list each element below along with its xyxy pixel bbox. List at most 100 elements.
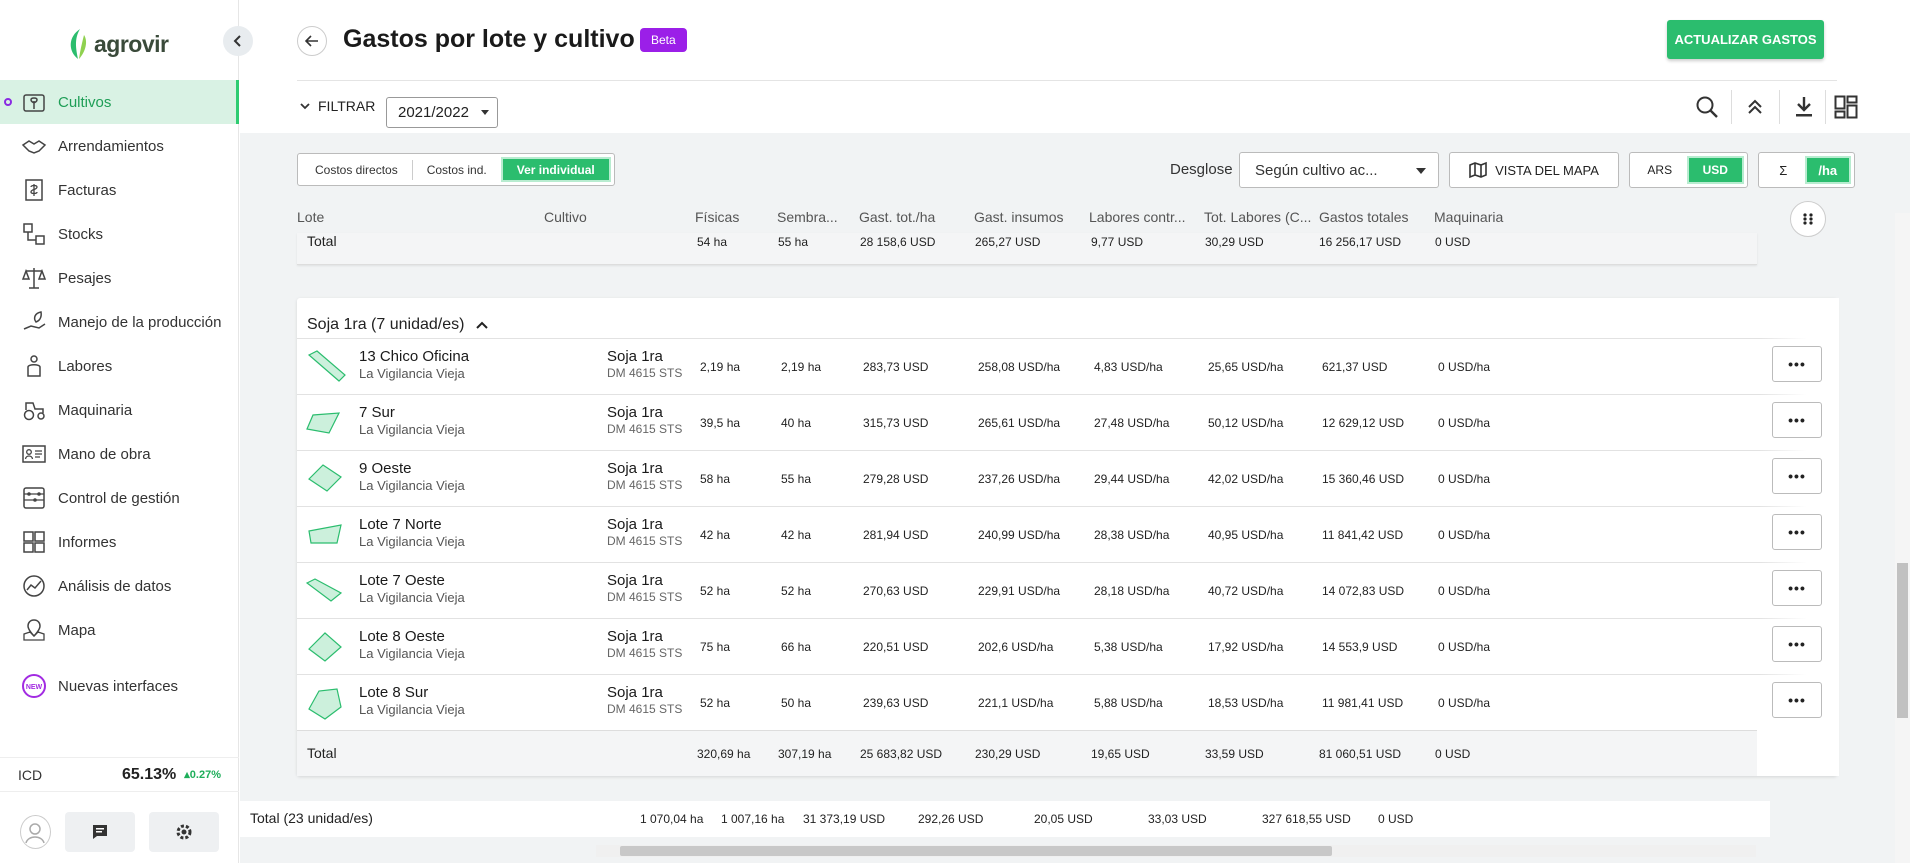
sidebar-item-mano-de-obra[interactable]: Mano de obra xyxy=(0,432,239,476)
total-cell: 307,19 ha xyxy=(778,747,832,761)
filter-toggle[interactable]: FILTRAR xyxy=(300,98,375,114)
sidebar-item-arrendamientos[interactable]: Arrendamientos xyxy=(0,124,239,168)
filter-label: FILTRAR xyxy=(318,98,376,114)
group-total-row: Total 320,69 ha 307,19 ha 25 683,82 USD 230,… xyxy=(297,730,1757,776)
indirect-costs-option[interactable]: Costos ind. xyxy=(413,157,501,182)
sidebar-item-manejo-de-la-producci-n[interactable]: Manejo de la producción xyxy=(0,300,239,344)
page-header: Gastos por lote y cultivo Beta ACTUALIZA… xyxy=(240,0,1910,133)
sidebar-item-labores[interactable]: Labores xyxy=(0,344,239,388)
column-header[interactable]: Sembra... xyxy=(777,209,838,225)
table-row[interactable]: 13 Chico Oficina La Vigilancia Vieja Soja … xyxy=(297,338,1837,394)
table-cell: 0 USD/ha xyxy=(1438,416,1491,430)
search-button[interactable] xyxy=(1692,92,1722,122)
sidebar-item-nuevas-interfaces[interactable]: NEW Nuevas interfaces xyxy=(0,664,239,708)
table-row[interactable]: Lote 7 Oeste La Vigilancia Vieja Soja 1ra D… xyxy=(297,562,1837,618)
production-icon xyxy=(20,308,48,336)
table-row[interactable]: Lote 8 Sur La Vigilancia Vieja Soja 1ra DM … xyxy=(297,674,1837,730)
table-cell: 18,53 USD/ha xyxy=(1208,696,1284,710)
column-header[interactable]: Gastos totales xyxy=(1319,209,1409,225)
sidebar-item-facturas[interactable]: Facturas xyxy=(0,168,239,212)
row-actions-button[interactable]: ••• xyxy=(1772,402,1822,438)
vertical-scrollbar-thumb[interactable] xyxy=(1897,563,1908,718)
season-select[interactable]: 2021/2022 xyxy=(386,97,498,128)
crop-variety: DM 4615 STS xyxy=(607,590,683,604)
table-cell: 2,19 ha xyxy=(781,360,822,374)
column-header[interactable]: Gast. tot./ha xyxy=(859,209,935,225)
lote-name[interactable]: Lote 7 Norte xyxy=(359,516,442,533)
column-header[interactable]: Físicas xyxy=(695,209,739,225)
lote-name[interactable]: 7 Sur xyxy=(359,404,395,421)
group-header[interactable]: Soja 1ra (7 unidad/es) xyxy=(307,316,489,334)
field-shape-icon xyxy=(308,464,342,492)
table-cell: 25,65 USD/ha xyxy=(1208,360,1284,374)
page-title: Gastos por lote y cultivo xyxy=(343,25,635,53)
table-cell: 42,02 USD/ha xyxy=(1208,472,1284,486)
lote-name[interactable]: Lote 7 Oeste xyxy=(359,572,445,589)
individual-view-option[interactable]: Ver individual xyxy=(500,157,611,182)
map-view-button[interactable]: VISTA DEL MAPA xyxy=(1449,152,1619,188)
search-icon xyxy=(1696,96,1718,118)
direct-costs-option[interactable]: Costos directos xyxy=(301,157,412,182)
sidebar-item-mapa[interactable]: Mapa xyxy=(0,608,239,652)
sidebar-item-cultivos[interactable]: Cultivos xyxy=(0,80,239,124)
row-actions-button[interactable]: ••• xyxy=(1772,458,1822,494)
column-header[interactable]: Labores contr... xyxy=(1089,209,1186,225)
row-actions-button[interactable]: ••• xyxy=(1772,682,1822,718)
column-settings-button[interactable] xyxy=(1790,201,1826,237)
update-expenses-button[interactable]: ACTUALIZAR GASTOS xyxy=(1667,20,1824,59)
sidebar-item-pesajes[interactable]: Pesajes xyxy=(0,256,239,300)
column-header[interactable]: Cultivo xyxy=(544,209,587,225)
column-header[interactable]: Maquinaria xyxy=(1434,209,1503,225)
crop-name: Soja 1ra xyxy=(607,628,663,645)
total-cell: 230,29 USD xyxy=(975,747,1041,761)
collapse-all-button[interactable] xyxy=(1740,92,1770,122)
column-header[interactable]: Lote xyxy=(297,209,324,225)
currency-usd-option[interactable]: USD xyxy=(1686,156,1744,184)
table-cell: 315,73 USD xyxy=(863,416,929,430)
sidebar-item-label: Stocks xyxy=(58,225,104,243)
avatar[interactable] xyxy=(20,814,51,849)
table-row[interactable]: 9 Oeste La Vigilancia Vieja Soja 1ra DM 461… xyxy=(297,450,1837,506)
row-actions-button[interactable]: ••• xyxy=(1772,570,1822,606)
back-button[interactable] xyxy=(297,26,327,56)
logo-text: agrovir xyxy=(94,30,169,57)
horizontal-scrollbar-thumb[interactable] xyxy=(620,846,1332,856)
chat-button[interactable] xyxy=(64,811,135,852)
sidebar-item-an-lisis-de-datos[interactable]: Análisis de datos xyxy=(0,564,239,608)
table-row[interactable]: Lote 7 Norte La Vigilancia Vieja Soja 1ra D… xyxy=(297,506,1837,562)
breakdown-select[interactable]: Según cultivo ac... xyxy=(1239,152,1439,188)
lote-name[interactable]: Lote 8 Sur xyxy=(359,684,428,701)
per-hectare-option[interactable]: /ha xyxy=(1804,156,1851,184)
table-cell: 52 ha xyxy=(700,584,731,598)
download-button[interactable] xyxy=(1789,92,1819,122)
layout-button[interactable] xyxy=(1831,92,1861,122)
lote-name[interactable]: 9 Oeste xyxy=(359,460,412,477)
agrovir-logo[interactable]: agrovir xyxy=(66,26,169,62)
lote-name[interactable]: 13 Chico Oficina xyxy=(359,348,469,365)
currency-ars-option[interactable]: ARS xyxy=(1633,156,1687,184)
collapse-sidebar-button[interactable] xyxy=(223,26,253,56)
row-actions-button[interactable]: ••• xyxy=(1772,346,1822,382)
sidebar-item-control-de-gesti-n[interactable]: Control de gestión xyxy=(0,476,239,520)
table-cell: 0 USD/ha xyxy=(1438,640,1491,654)
total-cell: 31 373,19 USD xyxy=(803,812,886,826)
table-row[interactable]: Lote 8 Oeste La Vigilancia Vieja Soja 1ra D… xyxy=(297,618,1837,674)
horizontal-scrollbar[interactable] xyxy=(596,845,1756,857)
table-row[interactable]: 7 Sur La Vigilancia Vieja Soja 1ra DM 4615 … xyxy=(297,394,1837,450)
group-title: Soja 1ra (7 unidad/es) xyxy=(307,316,465,333)
sum-option[interactable]: Σ xyxy=(1762,156,1805,184)
row-actions-button[interactable]: ••• xyxy=(1772,626,1822,662)
sidebar-item-stocks[interactable]: Stocks xyxy=(0,212,239,256)
column-header[interactable]: Gast. insumos xyxy=(974,209,1063,225)
settings-button[interactable] xyxy=(148,811,219,852)
lote-name[interactable]: Lote 8 Oeste xyxy=(359,628,445,645)
column-header[interactable]: Tot. Labores (C... xyxy=(1204,209,1311,225)
total-cell: 20,05 USD xyxy=(1034,812,1093,826)
table-cell: 270,63 USD xyxy=(863,584,929,598)
vertical-scrollbar[interactable] xyxy=(1895,213,1910,863)
crop-variety: DM 4615 STS xyxy=(607,702,683,716)
sidebar-item-informes[interactable]: Informes xyxy=(0,520,239,564)
sidebar-item-maquinaria[interactable]: Maquinaria xyxy=(0,388,239,432)
row-actions-button[interactable]: ••• xyxy=(1772,514,1822,550)
table-cell: 40 ha xyxy=(781,416,812,430)
